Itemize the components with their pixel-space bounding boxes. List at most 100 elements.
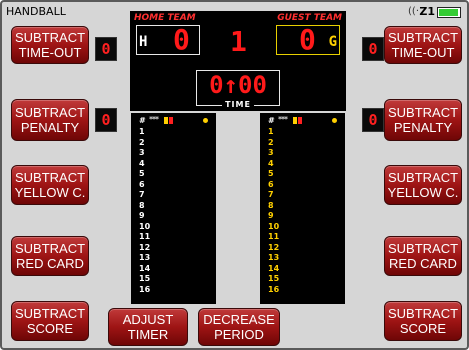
list-item: 1 — [139, 127, 145, 136]
yellow-card-icon — [164, 117, 168, 124]
button-label-line1: ADJUST — [122, 312, 174, 327]
button-label-line2: SCORE — [399, 321, 447, 336]
list-item: 4 — [268, 158, 274, 168]
guest-players-panel: # *** 1 2 3 4 5 6 7 8 9 10 11 12 13 14 1… — [260, 113, 345, 304]
guest-penalty-count: 0 — [362, 108, 384, 132]
list-item: 5 — [139, 169, 145, 178]
list-item: 1 — [268, 127, 274, 136]
button-label-line2: PENALTY — [393, 120, 453, 135]
button-label-line1: SUBTRACT — [14, 105, 86, 120]
list-item: 12 — [139, 242, 151, 252]
guest-subtract-timeout-button[interactable]: SUBTRACT TIME-OUT — [384, 26, 462, 64]
guest-subtract-penalty-button[interactable]: SUBTRACT PENALTY — [384, 99, 462, 141]
home-player-list: 1 2 3 4 5 6 7 8 9 10 11 12 13 14 15 16 — [139, 127, 150, 295]
possession-dot-icon — [332, 118, 337, 123]
adjust-timer-button[interactable]: ADJUST TIMER — [108, 308, 188, 346]
guest-subtract-red-card-button[interactable]: SUBTRACT RED CARD — [384, 236, 462, 276]
app-title: HANDBALL — [6, 5, 66, 18]
home-timeout-count: 0 — [95, 37, 117, 61]
wifi-icon: ((· — [408, 6, 419, 17]
button-label-line1: SUBTRACT — [387, 30, 459, 45]
time-label: TIME — [222, 100, 254, 109]
home-subtract-penalty-button[interactable]: SUBTRACT PENALTY — [11, 99, 89, 141]
possession-dot-icon — [203, 118, 208, 123]
guest-subtract-score-button[interactable]: SUBTRACT SCORE — [384, 301, 462, 341]
list-item: 8 — [268, 200, 274, 210]
list-item: 16 — [268, 284, 280, 294]
list-item: 7 — [268, 190, 274, 199]
button-label-line2: PERIOD — [214, 327, 264, 342]
list-item: 9 — [139, 211, 145, 220]
list-item: 12 — [268, 242, 280, 252]
decrease-period-button[interactable]: DECREASE PERIOD — [198, 308, 280, 346]
list-item: 15 — [139, 274, 151, 283]
list-item: 6 — [139, 179, 145, 189]
list-item: 16 — [139, 284, 151, 294]
list-item: 10 — [139, 221, 151, 231]
button-label-line2: SCORE — [26, 321, 74, 336]
button-label-line1: DECREASE — [203, 312, 275, 327]
home-players-panel: # *** 1 2 3 4 5 6 7 8 9 10 11 12 13 14 1… — [131, 113, 216, 304]
button-label-line2: TIME-OUT — [391, 45, 455, 60]
list-item: 3 — [139, 148, 145, 157]
guest-timeout-count: 0 — [362, 37, 384, 61]
list-item: 2 — [268, 137, 274, 147]
button-label-line2: RED CARD — [16, 256, 84, 271]
guest-player-list: 1 2 3 4 5 6 7 8 9 10 11 12 13 14 15 16 — [268, 127, 279, 295]
app-window: HANDBALL ((· Z1 SUBTRACT TIME-OUT 0 SUBT… — [0, 0, 469, 350]
guest-team-label: GUEST TEAM — [277, 13, 342, 23]
button-label-line1: SUBTRACT — [14, 170, 86, 185]
button-label-line2: YELLOW C. — [387, 185, 459, 200]
home-penalty-count: 0 — [95, 108, 117, 132]
panel-header: # — [139, 116, 146, 125]
home-team-label: HOME TEAM — [134, 13, 196, 23]
home-side-indicator: H — [139, 34, 148, 50]
home-subtract-score-button[interactable]: SUBTRACT SCORE — [11, 301, 89, 341]
yellow-card-icon — [293, 117, 297, 124]
guest-side-indicator: G — [328, 34, 337, 50]
list-item: 13 — [268, 253, 280, 262]
list-item: 14 — [139, 263, 151, 273]
fouls-stars: *** — [278, 115, 288, 124]
list-item: 4 — [139, 158, 145, 168]
button-label-line2: TIMER — [127, 327, 169, 342]
button-label-line2: PENALTY — [20, 120, 80, 135]
list-item: 3 — [268, 148, 274, 157]
home-subtract-red-card-button[interactable]: SUBTRACT RED CARD — [11, 236, 89, 276]
list-item: 7 — [139, 190, 145, 199]
timer-box: 0↑00 TIME — [196, 70, 280, 109]
guest-subtract-yellow-card-button[interactable]: SUBTRACT YELLOW C. — [384, 165, 462, 205]
button-label-line2: RED CARD — [389, 256, 457, 271]
home-score-box: H 0 — [136, 23, 200, 56]
red-card-icon — [169, 117, 173, 124]
button-label-line1: SUBTRACT — [14, 306, 86, 321]
scoreboard: HOME TEAM GUEST TEAM H 0 1 0 G 0↑00 TIME — [130, 11, 346, 111]
list-item: 11 — [268, 232, 280, 241]
battery-icon — [437, 7, 461, 18]
button-label-line1: SUBTRACT — [387, 170, 459, 185]
button-label-line1: SUBTRACT — [387, 306, 459, 321]
list-item: 13 — [139, 253, 151, 262]
fouls-stars: *** — [149, 115, 159, 124]
list-item: 11 — [139, 232, 151, 241]
list-item: 6 — [268, 179, 274, 189]
guest-score: 0 — [299, 23, 316, 56]
period-display: 1 — [230, 25, 247, 58]
red-card-icon — [298, 117, 302, 124]
button-label-line2: YELLOW C. — [14, 185, 86, 200]
list-item: 2 — [139, 137, 145, 147]
button-label-line1: SUBTRACT — [387, 105, 459, 120]
home-subtract-timeout-button[interactable]: SUBTRACT TIME-OUT — [11, 26, 89, 64]
button-label-line2: TIME-OUT — [18, 45, 82, 60]
home-subtract-yellow-card-button[interactable]: SUBTRACT YELLOW C. — [11, 165, 89, 205]
list-item: 15 — [268, 274, 280, 283]
panel-header: # — [268, 116, 275, 125]
list-item: 5 — [268, 169, 274, 178]
list-item: 8 — [139, 200, 145, 210]
button-label-line1: SUBTRACT — [14, 30, 86, 45]
button-label-line1: SUBTRACT — [14, 241, 86, 256]
list-item: 14 — [268, 263, 280, 273]
list-item: 9 — [268, 211, 274, 220]
list-item: 10 — [268, 221, 280, 231]
button-label-line1: SUBTRACT — [387, 241, 459, 256]
